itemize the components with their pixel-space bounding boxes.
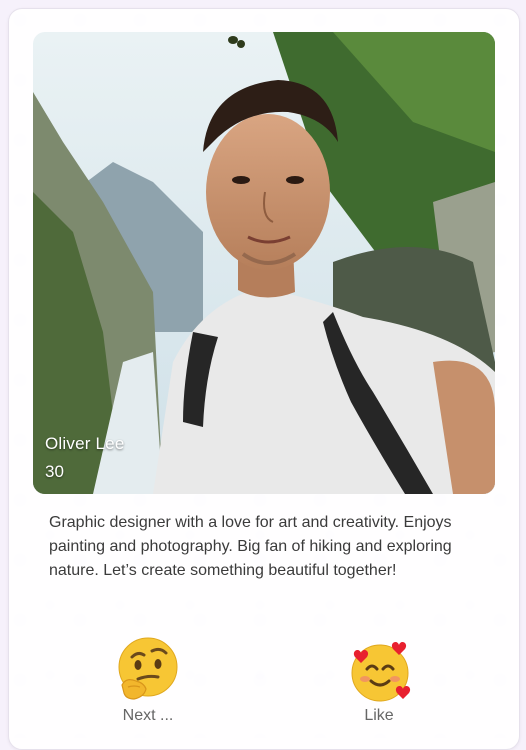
profile-bio: Graphic designer with a love for art and… bbox=[49, 514, 452, 579]
profile-photo-image bbox=[33, 32, 495, 494]
like-button[interactable]: Like bbox=[344, 641, 414, 725]
profile-name: Oliver Lee bbox=[45, 434, 125, 453]
thinking-face-icon bbox=[118, 637, 178, 700]
smiling-face-with-hearts-icon bbox=[351, 642, 411, 702]
next-label: Next ... bbox=[122, 707, 174, 724]
profile-card: Oliver Lee 30 Graphic designer with a lo… bbox=[8, 8, 520, 750]
next-button[interactable]: Next ... bbox=[113, 637, 183, 725]
like-label: Like bbox=[364, 707, 394, 724]
profile-age: 30 bbox=[45, 462, 64, 481]
profile-photo: Oliver Lee 30 bbox=[33, 32, 495, 494]
